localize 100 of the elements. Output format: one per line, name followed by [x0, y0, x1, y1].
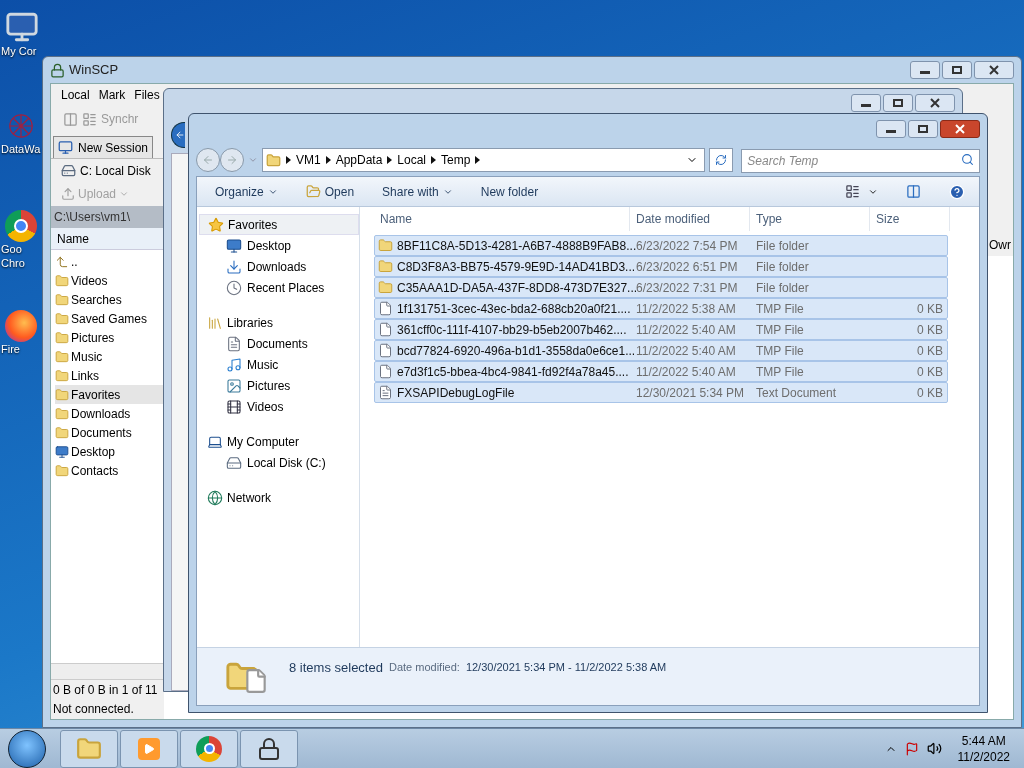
- nav-item[interactable]: Local Disk (C:): [199, 452, 359, 473]
- refresh-button[interactable]: [709, 148, 734, 172]
- file-list-item[interactable]: Documents: [55, 423, 164, 442]
- help-icon[interactable]: [949, 183, 965, 200]
- flag-icon[interactable]: [904, 741, 919, 756]
- breadcrumb-arrow-icon[interactable]: [387, 156, 393, 164]
- minimize-button[interactable]: [851, 94, 881, 112]
- nav-item[interactable]: Music: [199, 354, 359, 375]
- file-row[interactable]: C8D3F8A3-BB75-4579-9E9D-14AD41BD3...6/23/2022 6:51 PM File folder: [374, 256, 948, 277]
- breadcrumb[interactable]: Local: [397, 151, 426, 169]
- breadcrumb-arrow-icon[interactable]: [431, 156, 436, 164]
- nav-group[interactable]: My Computer: [199, 431, 359, 452]
- column-header[interactable]: Name: [374, 206, 630, 231]
- file-row[interactable]: C35AAA1D-DA5A-437F-8DD8-473D7E327...6/23/2022 7:31 PM File folder: [374, 277, 948, 298]
- breadcrumb[interactable]: Temp: [441, 151, 471, 169]
- detail-label: Date modified:: [388, 660, 460, 676]
- window-title: WinSCP: [69, 61, 119, 80]
- file-list-item[interactable]: Videos: [55, 271, 164, 290]
- back-button[interactable]: [171, 122, 185, 148]
- preview-pane-icon[interactable]: [906, 184, 921, 199]
- folder-icon: [55, 349, 69, 364]
- breadcrumb[interactable]: VM1: [295, 151, 321, 169]
- computer-icon[interactable]: [5, 10, 39, 44]
- type-cell-text: Text Document: [755, 384, 838, 402]
- file-list-item[interactable]: ..: [55, 252, 164, 271]
- file-row[interactable]: FXSAPIDebugLogFile 12/30/2021 5:34 PM Text Document 0 KB: [374, 382, 948, 403]
- file-list-item[interactable]: Links: [55, 366, 164, 385]
- nav-group[interactable]: Favorites: [199, 214, 359, 235]
- nav-item[interactable]: Downloads: [199, 256, 359, 277]
- nav-item[interactable]: Documents: [199, 333, 359, 354]
- command-button[interactable]: Open: [305, 182, 355, 201]
- file-name: e7d3f1c5-bbea-4bc4-9841-fd92f4a78a45....: [397, 363, 629, 381]
- maximize-button[interactable]: [883, 94, 913, 112]
- file-list-item[interactable]: Favorites: [55, 385, 164, 404]
- view-options-icon[interactable]: [845, 184, 860, 199]
- file-list-item[interactable]: Downloads: [55, 404, 164, 423]
- nav-item[interactable]: Pictures: [199, 375, 359, 396]
- firefox-logo-icon[interactable]: [5, 310, 37, 342]
- column-header[interactable]: Date modified: [630, 206, 750, 231]
- menu-item[interactable]: Files: [134, 86, 160, 104]
- close-button[interactable]: [974, 61, 1014, 79]
- file-list-item[interactable]: Pictures: [55, 328, 164, 347]
- speaker-icon[interactable]: [926, 741, 942, 756]
- nav-item[interactable]: Recent Places: [199, 277, 359, 298]
- menu-item[interactable]: Local: [61, 86, 90, 104]
- file-name: FXSAPIDebugLogFile: [397, 384, 515, 402]
- clock-date[interactable]: 11/2/2022: [957, 748, 1010, 765]
- column-header[interactable]: Size: [870, 206, 950, 231]
- folder-icon: [265, 152, 281, 168]
- file-icon: [243, 667, 269, 694]
- file-row[interactable]: 1f131751-3cec-43ec-bda2-688cb20a0f21.... 11/2/2022 5:38 AM TMP File 0 KB: [374, 298, 948, 319]
- nav-item[interactable]: Videos: [199, 396, 359, 417]
- folder-icon: [55, 425, 69, 440]
- file-list-item[interactable]: Music: [55, 347, 164, 366]
- file-list-item[interactable]: Saved Games: [55, 309, 164, 328]
- minimize-button[interactable]: [876, 120, 906, 138]
- breadcrumb-arrow-icon[interactable]: [325, 156, 331, 164]
- file-icon: [378, 301, 393, 316]
- chrome-logo-icon: [196, 735, 222, 762]
- taskbar-button[interactable]: [240, 729, 298, 768]
- file-row[interactable]: 8BF11C8A-5D13-4281-A6B7-4888B9FAB8...6/23/2022 7:54 PM File folder: [374, 235, 948, 256]
- menu-item[interactable]: Mark: [98, 86, 126, 104]
- maximize-button[interactable]: [908, 120, 938, 138]
- size-cell-text: 0 KB: [917, 300, 943, 318]
- file-list-item[interactable]: Searches: [55, 290, 164, 309]
- breadcrumb[interactable]: AppData: [335, 151, 383, 169]
- file-row[interactable]: bcd77824-6920-496a-b1d1-3558da0e6ce1...11/2/2022 5:40 AM TMP File 0 KB: [374, 340, 948, 361]
- breadcrumb-arrow-icon[interactable]: [285, 156, 291, 164]
- file-list-item[interactable]: Desktop: [55, 442, 164, 461]
- close-button[interactable]: [940, 120, 980, 138]
- column-header[interactable]: Name: [51, 228, 164, 250]
- minimize-button[interactable]: [910, 61, 940, 79]
- command-button[interactable]: Share with: [382, 182, 453, 201]
- nav-group[interactable]: Network: [199, 487, 359, 508]
- column-header[interactable]: Type: [750, 206, 870, 231]
- media-player-icon: [138, 737, 160, 760]
- close-button[interactable]: [915, 94, 955, 112]
- file-row[interactable]: e7d3f1c5-bbea-4bc4-9841-fd92f4a78a45.... 11/2/2022 5:40 AM TMP File 0 KB: [374, 361, 948, 382]
- type-cell-text: File folder: [755, 237, 810, 255]
- start-button[interactable]: [8, 729, 46, 768]
- new-session-tab[interactable]: New Session: [53, 136, 154, 158]
- file-list-item[interactable]: Contacts: [55, 461, 164, 480]
- size-cell-text: 0 KB: [917, 321, 943, 339]
- file-row[interactable]: 361cff0c-111f-4107-bb29-b5eb2007b462.... 11/2/2022 5:40 AM TMP File 0 KB: [374, 319, 948, 340]
- command-button[interactable]: New folder: [480, 182, 539, 201]
- command-button[interactable]: Organize: [215, 182, 278, 201]
- folder-icon: [378, 238, 393, 253]
- clock-time[interactable]: 5:44 AM: [961, 732, 1006, 749]
- nav-item[interactable]: Desktop: [199, 235, 359, 256]
- search-field[interactable]: Search Temp: [741, 149, 980, 173]
- address-bar[interactable]: VM1 AppData Local Temp: [261, 148, 706, 172]
- chrome-logo-icon[interactable]: [5, 210, 37, 242]
- nav-group[interactable]: Libraries: [199, 312, 359, 333]
- desktop-icon: [55, 444, 69, 459]
- maximize-button[interactable]: [942, 61, 972, 79]
- column-header[interactable]: Owr: [989, 236, 1011, 254]
- star-icon: [208, 216, 224, 233]
- selection-count: 8 items selected: [289, 658, 383, 677]
- breadcrumb-arrow-icon[interactable]: [475, 156, 481, 164]
- desktop-icon-label: Fire: [0, 342, 20, 356]
